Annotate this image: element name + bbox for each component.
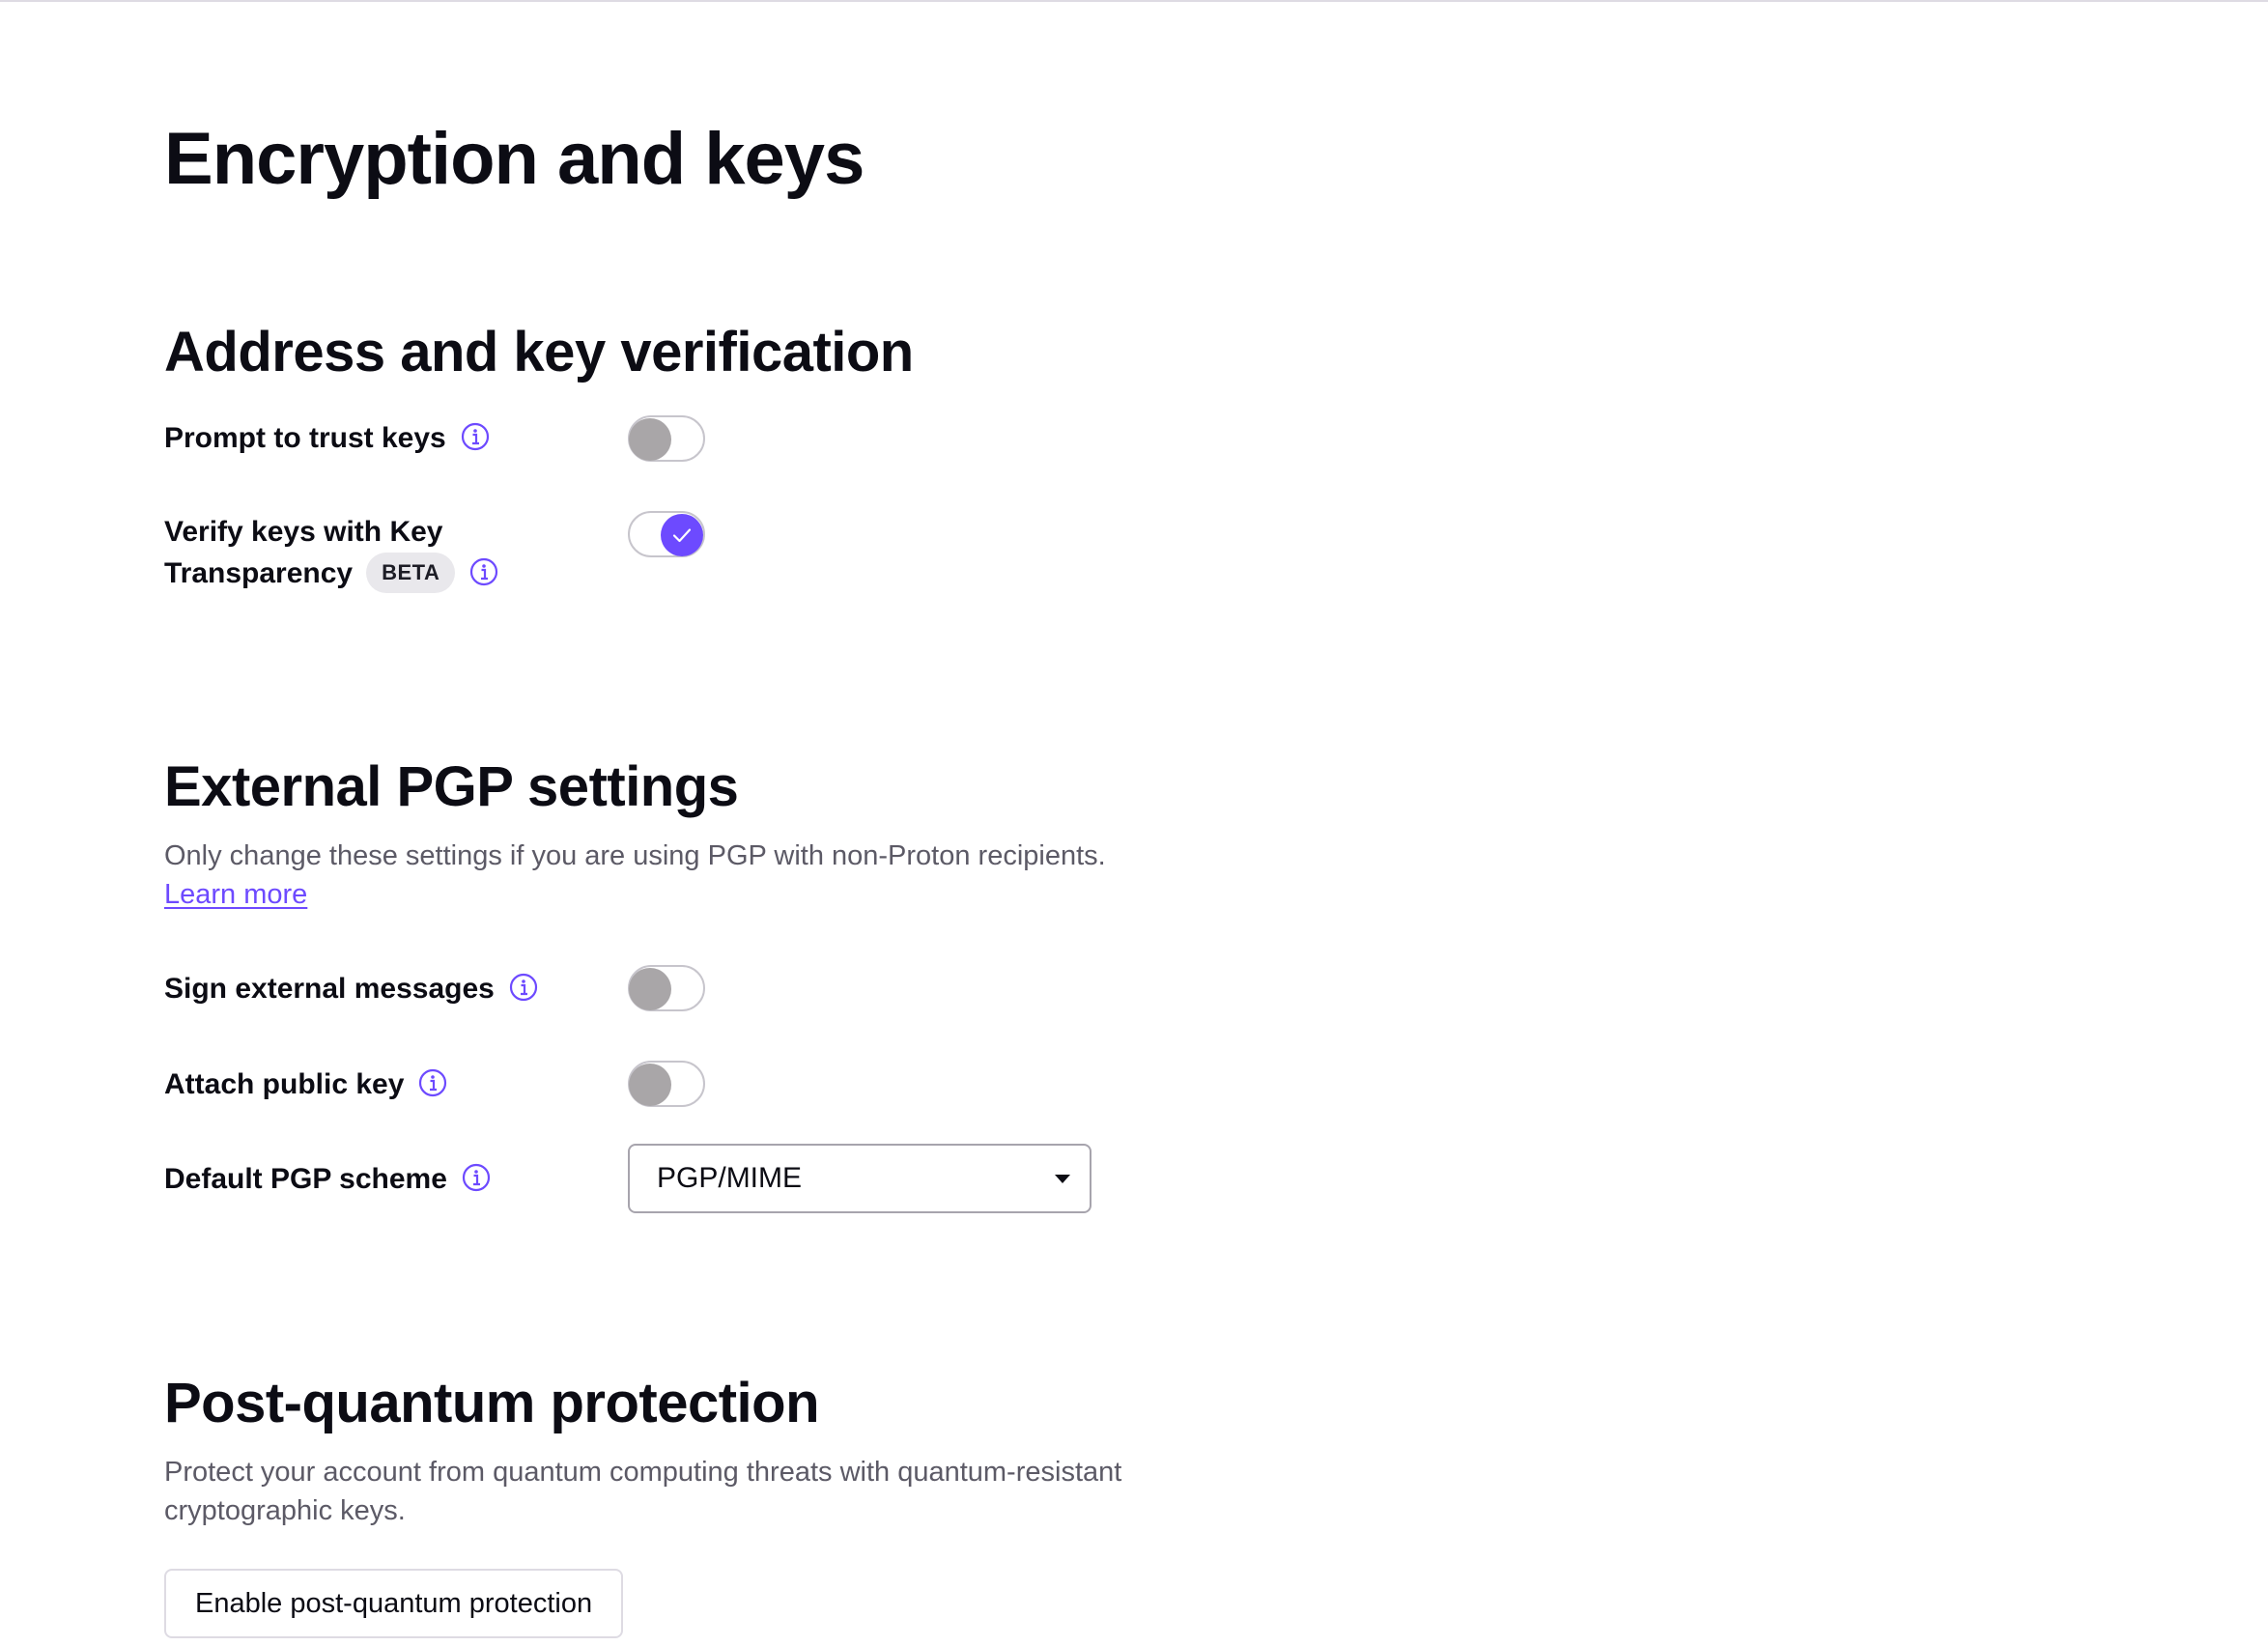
verify-key-transparency-label-line2: Transparency BETA [164, 553, 499, 595]
beta-badge: BETA [366, 553, 456, 594]
section-title-address-verification: Address and key verification [164, 321, 914, 383]
prompt-trust-keys-text: Prompt to trust keys [164, 422, 446, 454]
verify-key-transparency-label-line1: Verify keys with Key [164, 516, 443, 548]
info-icon[interactable] [460, 421, 491, 452]
page-title: Encryption and keys [164, 118, 865, 200]
section-title-external-pgp: External PGP settings [164, 755, 739, 818]
check-icon [672, 528, 692, 543]
attach-public-key-toggle[interactable] [628, 1061, 705, 1107]
enable-post-quantum-button[interactable]: Enable post-quantum protection [164, 1569, 624, 1638]
sign-external-messages-text: Sign external messages [164, 973, 495, 1005]
toggle-knob [629, 1064, 671, 1106]
info-icon[interactable] [417, 1067, 448, 1098]
section-title-post-quantum: Post-quantum protection [164, 1372, 820, 1434]
default-pgp-scheme-select[interactable]: PGP/MIME [628, 1144, 1091, 1213]
toggle-knob [629, 968, 671, 1010]
attach-public-key-label: Attach public key [164, 1064, 448, 1105]
learn-more-link[interactable]: Learn more [164, 879, 307, 910]
post-quantum-description-line1: Protect your account from quantum comput… [164, 1457, 1122, 1488]
sign-external-messages-label: Sign external messages [164, 969, 539, 1009]
select-value: PGP/MIME [657, 1162, 803, 1194]
default-pgp-scheme-text: Default PGP scheme [164, 1163, 447, 1195]
info-icon[interactable] [468, 556, 499, 587]
sign-external-messages-toggle[interactable] [628, 965, 705, 1011]
prompt-trust-keys-toggle[interactable] [628, 415, 705, 462]
verify-key-transparency-text: Transparency [164, 557, 354, 589]
external-pgp-description: Only change these settings if you are us… [164, 840, 1106, 871]
default-pgp-scheme-label: Default PGP scheme [164, 1159, 492, 1200]
info-icon[interactable] [508, 972, 539, 1003]
verify-key-transparency-toggle[interactable] [628, 511, 705, 557]
info-icon[interactable] [461, 1162, 492, 1193]
chevron-down-icon [1055, 1175, 1070, 1183]
top-divider [0, 0, 2268, 2]
prompt-trust-keys-label: Prompt to trust keys [164, 418, 491, 459]
attach-public-key-text: Attach public key [164, 1068, 405, 1100]
toggle-knob [629, 418, 671, 461]
toggle-knob [661, 514, 703, 556]
post-quantum-description-line2: cryptographic keys. [164, 1495, 406, 1526]
learn-more-wrapper: Learn more [164, 875, 307, 914]
